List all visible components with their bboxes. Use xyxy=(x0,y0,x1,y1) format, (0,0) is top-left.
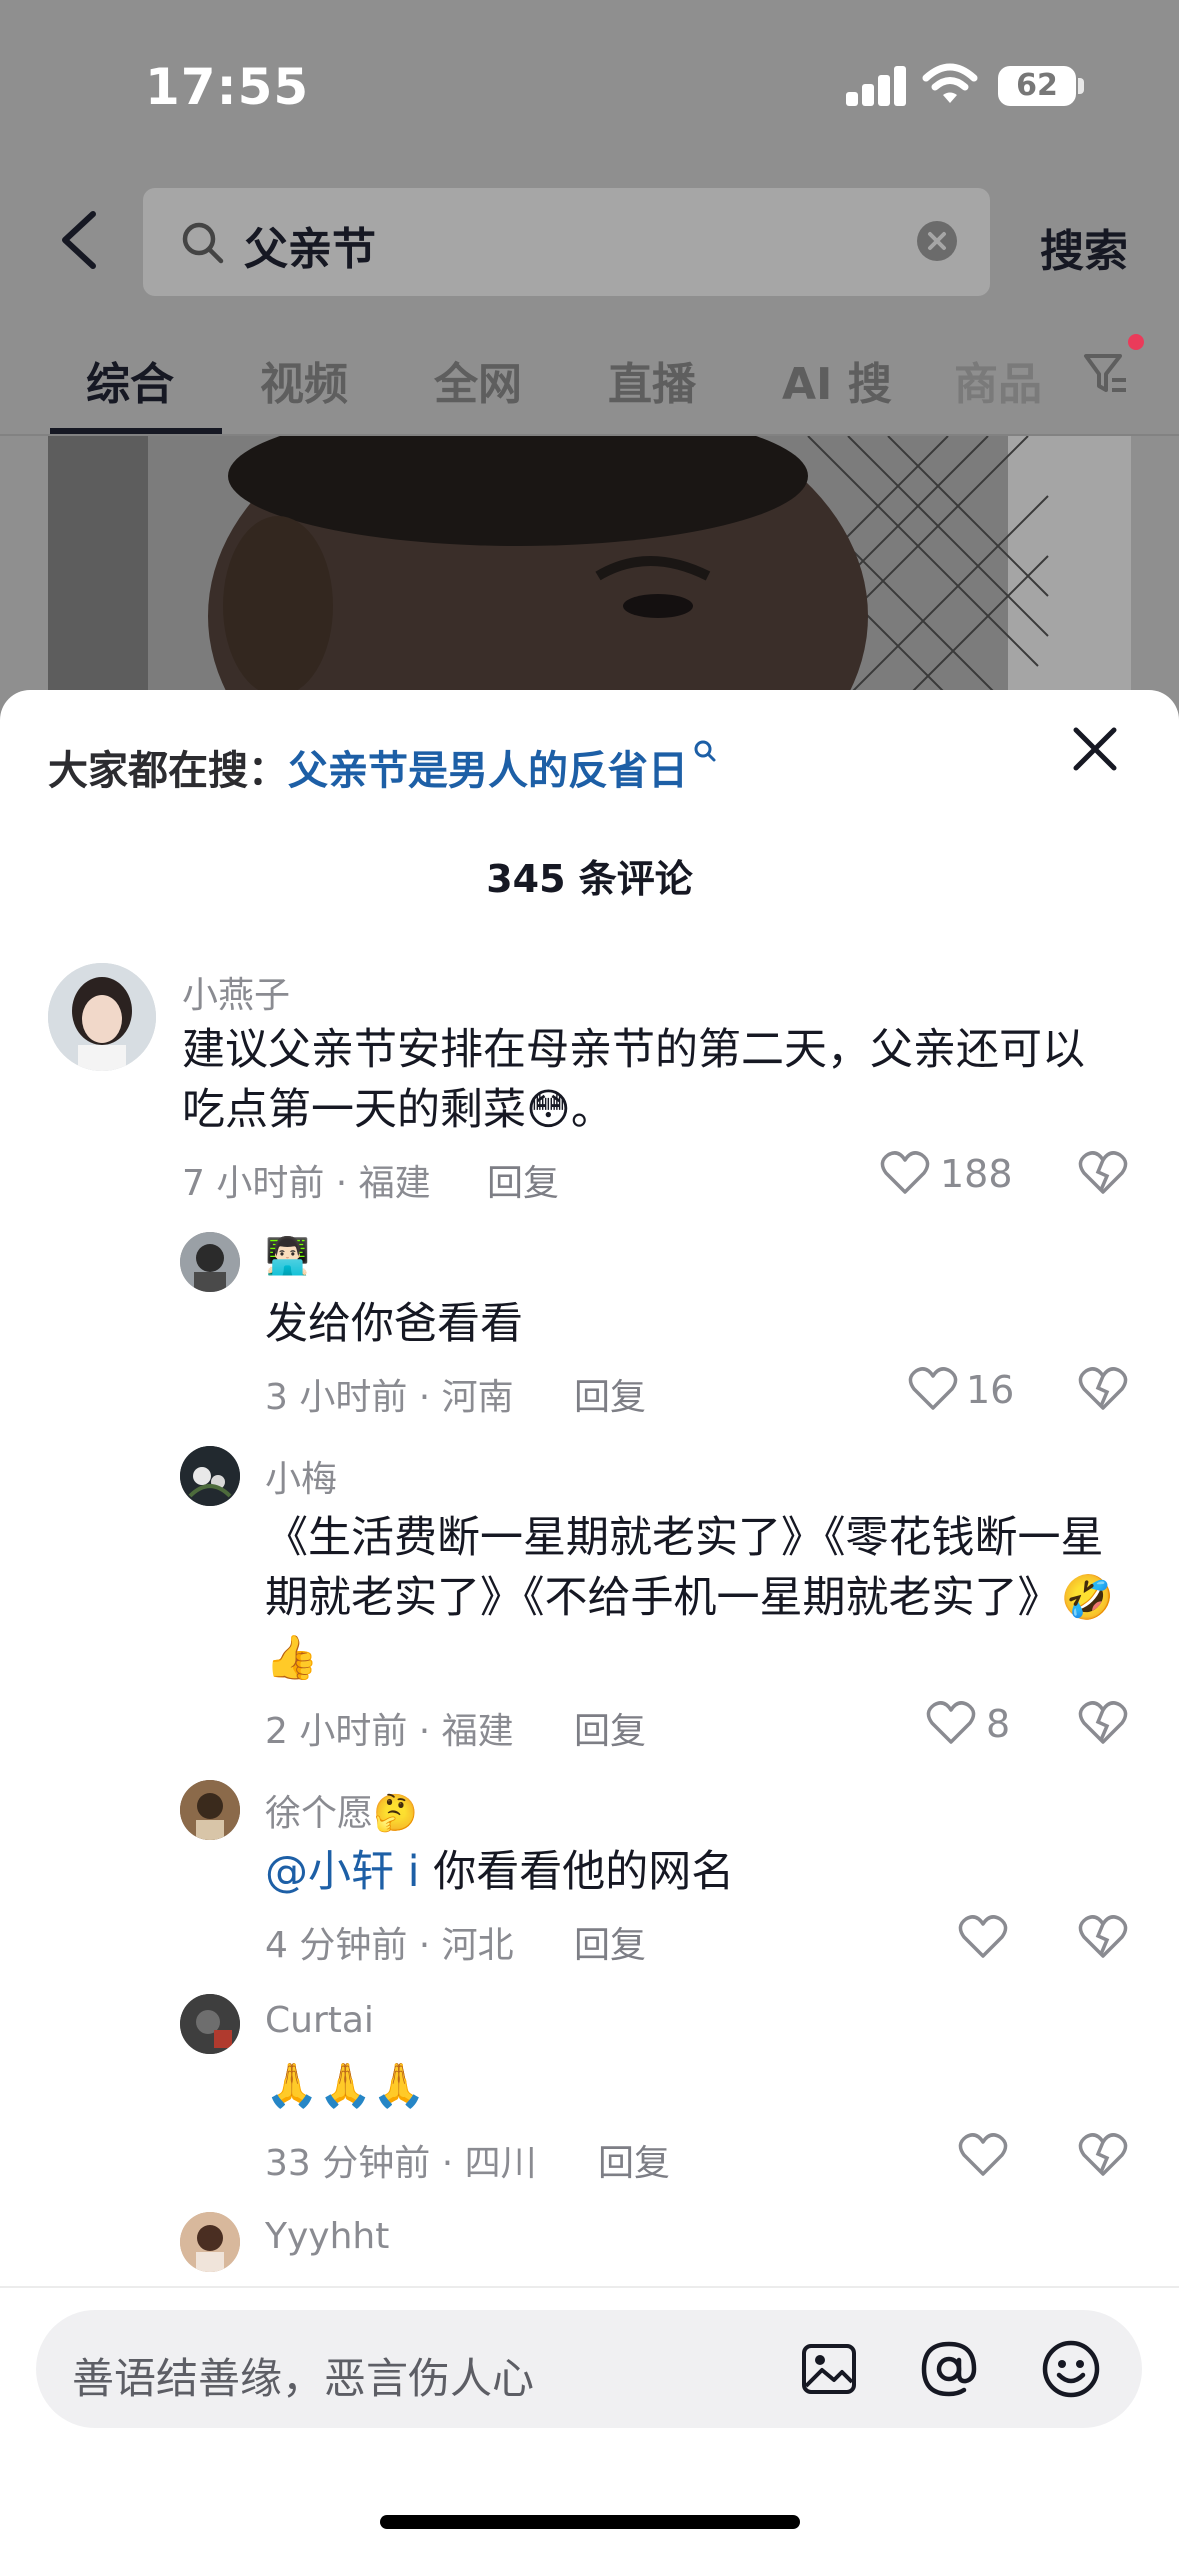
filter-icon[interactable] xyxy=(1082,350,1130,398)
back-arrow-icon[interactable] xyxy=(55,210,105,270)
image-icon[interactable] xyxy=(800,2340,858,2398)
tab-all[interactable]: 综合 xyxy=(86,348,174,412)
comment-input-placeholder[interactable]: 善语结善缘，恶言伤人心 xyxy=(72,2345,534,2406)
avatar[interactable] xyxy=(180,2212,240,2272)
comment-username[interactable]: Yyyhht xyxy=(265,2216,389,2257)
tab-web[interactable]: 全网 xyxy=(434,348,522,412)
like-count: 8 xyxy=(986,1702,1011,1746)
trending-search-link[interactable]: 父亲节是男人的反省日 xyxy=(288,748,688,794)
tab-live[interactable]: 直播 xyxy=(608,348,696,412)
dislike-icon[interactable] xyxy=(1078,1150,1128,1196)
comment-meta: 3 小时前 · 河南 xyxy=(265,1377,514,1418)
trending-search-icon xyxy=(694,740,716,762)
like-icon[interactable] xyxy=(958,1914,1008,1960)
avatar[interactable] xyxy=(48,963,156,1071)
dislike-icon[interactable] xyxy=(1078,1914,1128,1960)
status-time: 17:55 xyxy=(145,58,310,116)
dislike-icon[interactable] xyxy=(1078,2132,1128,2178)
comment-text: 《生活费断一星期就老实了》《零花钱断一星期就老实了》《不给手机一星期就老实了》🤣… xyxy=(265,1513,1115,1683)
emoji-icon[interactable] xyxy=(1040,2338,1102,2400)
tab-products[interactable]: 商品 xyxy=(954,348,1042,412)
mention-link[interactable]: @小轩 i xyxy=(265,1847,420,1897)
video-frame-image xyxy=(48,436,1131,696)
battery-tip xyxy=(1078,78,1084,94)
reply-button[interactable]: 回复 xyxy=(574,1916,646,1968)
cellular-signal-icon xyxy=(846,64,906,106)
close-icon[interactable] xyxy=(1068,722,1122,776)
comment-meta: 7 小时前 · 福建 xyxy=(182,1163,431,1204)
search-icon xyxy=(182,222,224,264)
reply-button[interactable]: 回复 xyxy=(574,1702,646,1754)
comment-text: 建议父亲节安排在母亲节的第二天，父亲还可以吃点第一天的剩菜😳。 xyxy=(182,1025,1085,1135)
like-icon[interactable] xyxy=(908,1366,958,1412)
dislike-icon[interactable] xyxy=(1078,1366,1128,1412)
comment-meta: 2 小时前 · 福建 xyxy=(265,1711,514,1752)
video-preview[interactable] xyxy=(48,436,1131,696)
avatar[interactable] xyxy=(180,1232,240,1292)
avatar[interactable] xyxy=(180,1446,240,1506)
comment-text: 发给你爸看看 xyxy=(265,1299,523,1349)
battery-icon: 62 xyxy=(998,66,1076,106)
mention-icon[interactable] xyxy=(918,2338,980,2400)
like-count: 16 xyxy=(966,1368,1015,1412)
comment-count: 345 条评论 xyxy=(486,857,693,901)
reply-button[interactable]: 回复 xyxy=(598,2134,670,2186)
comment-username[interactable]: Curtai xyxy=(265,2000,374,2041)
comment-username[interactable]: 徐个愿🤔 xyxy=(265,1784,418,1836)
comment-text: 🙏🙏🙏 xyxy=(265,2061,426,2111)
like-icon[interactable] xyxy=(880,1150,930,1196)
home-indicator xyxy=(380,2515,800,2529)
avatar[interactable] xyxy=(180,1780,240,1840)
avatar[interactable] xyxy=(180,1994,240,2054)
search-button[interactable]: 搜索 xyxy=(1040,215,1128,279)
wifi-icon xyxy=(922,63,978,103)
comment-meta: 4 分钟前 · 河北 xyxy=(265,1925,514,1966)
comment-username[interactable]: 小梅 xyxy=(265,1450,337,1502)
search-query[interactable]: 父亲节 xyxy=(244,213,376,277)
comment-meta: 33 分钟前 · 四川 xyxy=(265,2143,537,2184)
like-icon[interactable] xyxy=(958,2132,1008,2178)
filter-badge-dot xyxy=(1128,334,1144,350)
dislike-icon[interactable] xyxy=(1078,1700,1128,1746)
comment-username[interactable]: 👨🏻‍💻 xyxy=(265,1235,310,1277)
comment-text: @小轩 i 你看看他的网名 xyxy=(265,1842,1105,1902)
reply-button[interactable]: 回复 xyxy=(487,1154,559,1206)
comment-username[interactable]: 小燕子 xyxy=(182,966,290,1018)
trending-prefix: 大家都在搜： xyxy=(48,748,288,794)
like-count: 188 xyxy=(940,1152,1013,1196)
trending-search-banner[interactable]: 大家都在搜：父亲节是男人的反省日 xyxy=(48,738,718,796)
tab-ai-search[interactable]: AI 搜 xyxy=(782,348,892,412)
like-icon[interactable] xyxy=(926,1700,976,1746)
reply-button[interactable]: 回复 xyxy=(574,1368,646,1420)
clear-search-icon[interactable] xyxy=(916,220,958,262)
tab-video[interactable]: 视频 xyxy=(260,348,348,412)
comment-text-body: 你看看他的网名 xyxy=(419,1847,735,1897)
